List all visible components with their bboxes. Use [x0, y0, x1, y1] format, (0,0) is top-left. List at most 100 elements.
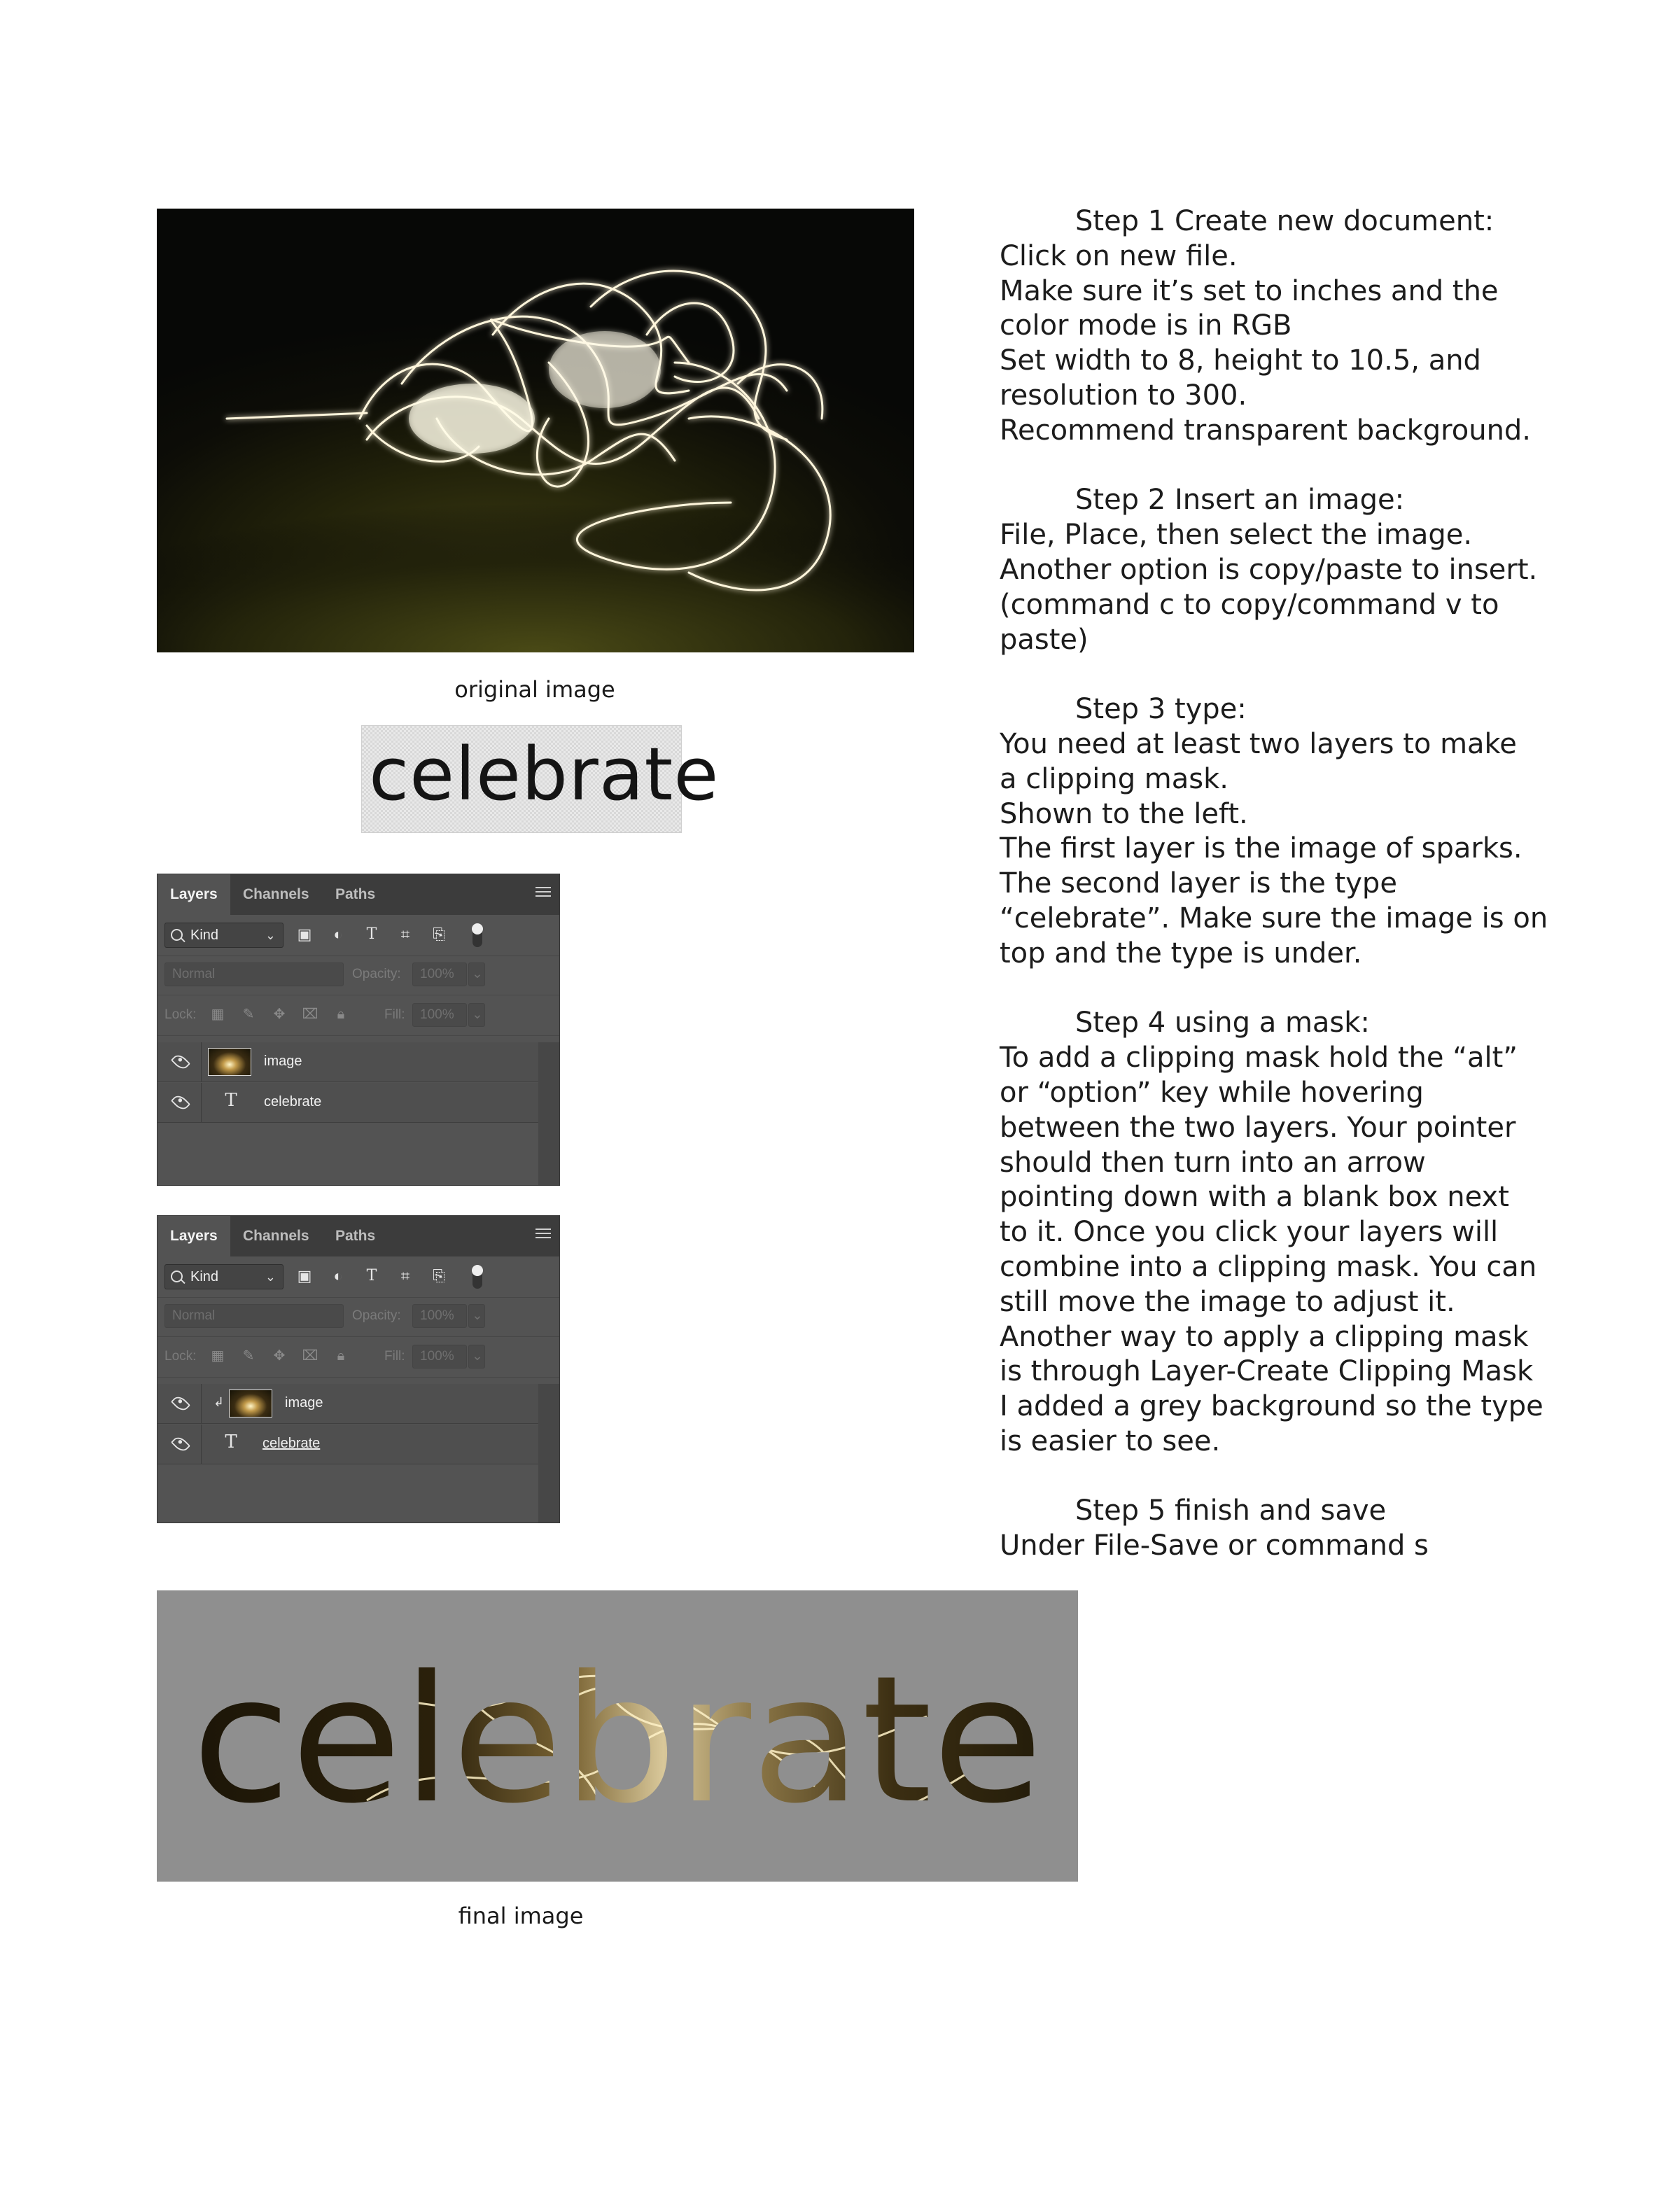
panel-menu-icon[interactable]	[536, 887, 551, 901]
opacity-field[interactable]: 100%	[412, 1304, 467, 1328]
step-line: is easier to see.	[1000, 1424, 1221, 1457]
layers-scrollbar[interactable]	[538, 1384, 559, 1522]
type-preview-text: celebrate	[369, 732, 720, 817]
step-5: Step 5 finish and save Under File-Save o…	[1000, 1494, 1532, 1564]
filter-row: Kind ⌄ ▣ ◐ T ⌗ ⎘	[158, 1256, 559, 1298]
shape-filter-icon[interactable]: ⌗	[396, 1265, 415, 1287]
pixel-filter-icon[interactable]: ▣	[295, 1265, 314, 1287]
final-image-caption: final image	[458, 1903, 584, 1929]
lock-transparent-icon[interactable]: ▦	[208, 1345, 227, 1367]
step-line: I added a grey background so the type	[1000, 1390, 1544, 1423]
fill-field[interactable]: 100%	[412, 1345, 467, 1368]
tab-channels[interactable]: Channels	[230, 1216, 322, 1256]
layer-name[interactable]: celebrate	[262, 1436, 320, 1452]
smart-object-filter-icon[interactable]: ⎘	[429, 923, 449, 946]
opacity-label: Opacity:	[352, 1308, 401, 1323]
pixel-filter-icon[interactable]: ▣	[295, 923, 314, 946]
panel-tab-bar: Layers Channels Paths	[158, 874, 559, 915]
layer-name[interactable]: celebrate	[264, 1094, 321, 1110]
blend-mode-select[interactable]: Normal	[164, 962, 344, 986]
step-line: to it. Once you click your layers will	[1000, 1216, 1499, 1249]
layer-row-celebrate[interactable]: T celebrate	[158, 1083, 538, 1123]
tab-paths[interactable]: Paths	[323, 874, 388, 915]
visibility-eye-icon[interactable]	[170, 1434, 191, 1455]
tab-layers[interactable]: Layers	[158, 1216, 230, 1256]
lock-position-icon[interactable]: ✥	[270, 1003, 289, 1026]
layer-row-image[interactable]: image	[158, 1042, 538, 1082]
type-layer-icon: T	[225, 1090, 237, 1111]
smart-object-filter-icon[interactable]: ⎘	[429, 1265, 449, 1287]
layers-scrollbar[interactable]	[538, 1042, 559, 1185]
step-line: pointing down with a blank box next	[1000, 1181, 1509, 1214]
visibility-eye-icon[interactable]	[170, 1051, 191, 1072]
step-line: Another option is copy/paste to insert.	[1000, 553, 1538, 586]
fill-label: Fill:	[384, 1007, 405, 1022]
lock-pixels-brush-icon[interactable]: ✎	[239, 1003, 258, 1026]
blend-mode-select[interactable]: Normal	[164, 1304, 344, 1328]
kind-filter-label: Kind	[190, 927, 219, 943]
step-line: (command c to copy/command v to	[1000, 588, 1499, 621]
blend-row: Normal Opacity: 100% ⌄	[158, 955, 559, 995]
lock-row: Lock: ▦ ✎ ✥ ⌧ 🔒︎ Fill: 100% ⌄	[158, 995, 559, 1036]
step-heading: Step 2 Insert an image:	[1075, 484, 1405, 517]
step-line: a clipping mask.	[1000, 762, 1228, 795]
lock-position-icon[interactable]: ✥	[270, 1345, 289, 1367]
lock-pixels-brush-icon[interactable]: ✎	[239, 1345, 258, 1367]
step-line: combine into a clipping mask. You can	[1000, 1250, 1537, 1283]
step-3: Step 3 type: You need at least two layer…	[1000, 692, 1548, 971]
filter-row: Kind ⌄ ▣ ◐ T ⌗ ⎘	[158, 915, 559, 956]
type-filter-icon[interactable]: T	[362, 923, 382, 946]
layer-thumbnail	[208, 1048, 251, 1076]
step-line: color mode is in RGB	[1000, 309, 1292, 342]
fill-dropdown-icon[interactable]: ⌄	[468, 1345, 485, 1368]
opacity-dropdown-icon[interactable]: ⌄	[468, 962, 485, 986]
tab-layers[interactable]: Layers	[158, 874, 230, 915]
lock-transparent-icon[interactable]: ▦	[208, 1003, 227, 1026]
lock-all-icon[interactable]: 🔒︎	[331, 1003, 351, 1026]
layer-row-celebrate[interactable]: T celebrate	[158, 1424, 538, 1464]
tab-paths[interactable]: Paths	[323, 1216, 388, 1256]
step-line: Shown to the left.	[1000, 797, 1248, 830]
lock-row: Lock: ▦ ✎ ✥ ⌧ 🔒︎ Fill: 100% ⌄	[158, 1336, 559, 1378]
filter-toggle-switch[interactable]	[472, 1265, 483, 1289]
step-heading: Step 5 finish and save	[1075, 1494, 1387, 1527]
tab-channels[interactable]: Channels	[230, 874, 322, 915]
opacity-dropdown-icon[interactable]: ⌄	[468, 1304, 485, 1328]
type-filter-icon[interactable]: T	[362, 1265, 382, 1287]
step-line: or “option” key while hovering	[1000, 1076, 1424, 1109]
panel-menu-icon[interactable]	[536, 1228, 551, 1242]
step-line: should then turn into an arrow	[1000, 1146, 1426, 1179]
step-line: still move the image to adjust it.	[1000, 1285, 1455, 1318]
step-4: Step 4 using a mask: To add a clipping m…	[1000, 1006, 1544, 1459]
lock-artboard-icon[interactable]: ⌧	[300, 1003, 320, 1026]
step-line: Set width to 8, height to 10.5, and	[1000, 344, 1481, 377]
shape-filter-icon[interactable]: ⌗	[396, 923, 415, 946]
lock-all-icon[interactable]: 🔒︎	[331, 1345, 351, 1367]
opacity-field[interactable]: 100%	[412, 962, 467, 986]
step-line: paste)	[1000, 623, 1088, 656]
filter-toggle-switch[interactable]	[472, 923, 483, 947]
adjustment-filter-icon[interactable]: ◐	[328, 923, 348, 946]
fill-field[interactable]: 100%	[412, 1003, 467, 1027]
visibility-eye-icon[interactable]	[170, 1092, 191, 1113]
layer-row-image[interactable]: ↲ image	[158, 1384, 538, 1424]
layer-name[interactable]: image	[264, 1054, 302, 1070]
clipping-arrow-icon: ↲	[214, 1395, 225, 1409]
kind-filter-select[interactable]: Kind ⌄	[164, 923, 284, 948]
visibility-eye-icon[interactable]	[170, 1393, 191, 1414]
lock-artboard-icon[interactable]: ⌧	[300, 1345, 320, 1367]
final-clipping-mask-image: celebrate	[157, 1590, 1078, 1882]
fill-dropdown-icon[interactable]: ⌄	[468, 1003, 485, 1027]
layer-name[interactable]: image	[285, 1395, 323, 1411]
kind-filter-select[interactable]: Kind ⌄	[164, 1264, 284, 1289]
original-sparkler-photo	[157, 209, 914, 652]
adjustment-filter-icon[interactable]: ◐	[328, 1265, 348, 1287]
layers-panel-before: Layers Channels Paths Kind ⌄ ▣ ◐ T ⌗ ⎘ N…	[157, 874, 560, 1186]
fill-label: Fill:	[384, 1349, 405, 1364]
step-line: The second layer is the type	[1000, 867, 1397, 900]
step-line: between the two layers. Your pointer	[1000, 1111, 1516, 1144]
step-line: resolution to 300.	[1000, 379, 1247, 412]
step-line: is through Layer-Create Clipping Mask	[1000, 1355, 1534, 1388]
blend-row: Normal Opacity: 100% ⌄	[158, 1297, 559, 1337]
step-line: Another way to apply a clipping mask	[1000, 1320, 1529, 1353]
